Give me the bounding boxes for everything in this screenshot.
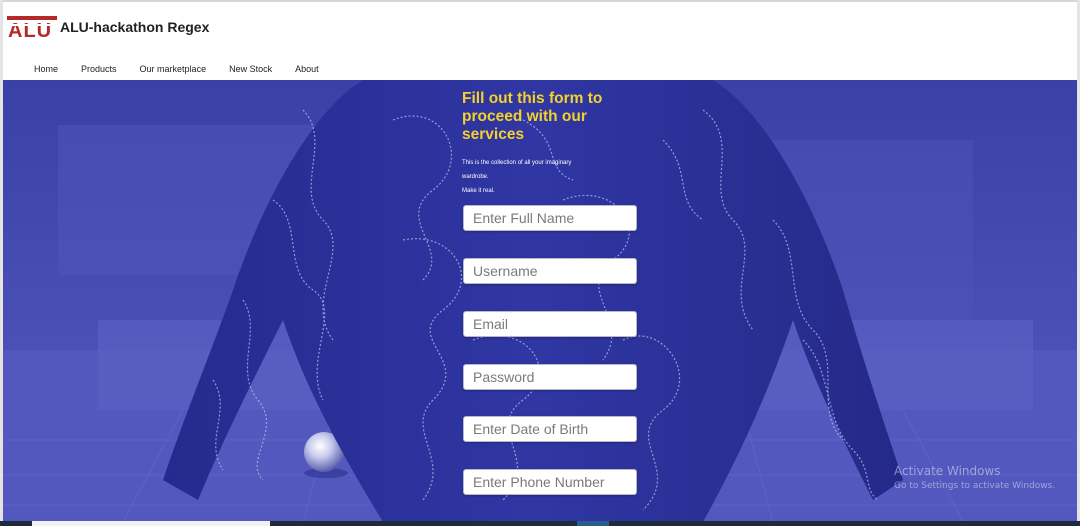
password-input[interactable] (463, 364, 637, 390)
main-nav: Home Products Our marketplace New Stock … (34, 64, 342, 74)
nav-products[interactable]: Products (81, 64, 117, 74)
email-input[interactable] (463, 311, 637, 337)
phone-number-input[interactable] (463, 469, 637, 495)
taskbar-active-app[interactable] (577, 521, 609, 526)
hero-section: Fill out this form to proceed with our s… (3, 80, 1077, 522)
activate-windows-title: Activate Windows (894, 464, 1001, 478)
nav-home[interactable]: Home (34, 64, 58, 74)
form-description-line: Make it real. (462, 188, 495, 194)
nav-about[interactable]: About (295, 64, 319, 74)
hero-background-image (3, 80, 1077, 522)
nav-new-stock[interactable]: New Stock (229, 64, 272, 74)
username-input[interactable] (463, 258, 637, 284)
alu-logo[interactable]: ALU (7, 16, 57, 38)
full-name-input[interactable] (463, 205, 637, 231)
date-of-birth-input[interactable] (463, 416, 637, 442)
svg-text:ALU: ALU (8, 20, 52, 38)
form-description-line: wardrobe. (462, 174, 489, 180)
site-header: ALU ALU-hackathon Regex Home Products Ou… (3, 2, 1077, 80)
form-description: This is the collection of all your imagi… (462, 156, 612, 198)
activate-windows-subtitle: Go to Settings to activate Windows. (894, 481, 1056, 491)
taskbar-search-box[interactable] (32, 521, 270, 526)
window-frame-left (0, 0, 3, 526)
nav-our-marketplace[interactable]: Our marketplace (140, 64, 207, 74)
taskbar (0, 521, 1080, 526)
activate-windows-watermark: Activate Windows Go to Settings to activ… (894, 464, 1055, 491)
form-title: Fill out this form to proceed with our s… (462, 90, 603, 143)
site-brand-title[interactable]: ALU-hackathon Regex (60, 19, 209, 35)
form-description-line: This is the collection of all your imagi… (462, 160, 572, 166)
